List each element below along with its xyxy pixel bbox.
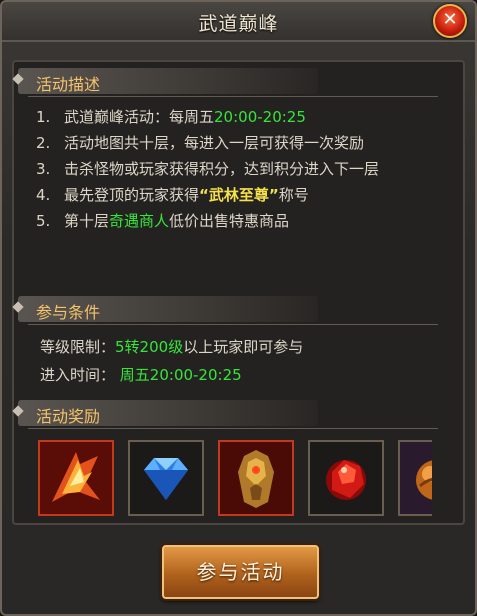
description-heading: 活动描述: [36, 75, 101, 94]
close-button[interactable]: ✕: [433, 4, 467, 38]
description-list: 1. 武道巅峰活动：每周五20:00-20:25 2. 活动地图共十层，每进入一层可…: [36, 106, 456, 236]
list-item: 3. 击杀怪物或玩家获得积分，达到积分进入下一层: [36, 160, 380, 178]
list-item: 4. 最先登顶的玩家获得“武林至尊”称号: [36, 186, 309, 204]
orb-icon[interactable]: [398, 440, 432, 516]
list-item: 1. 武道巅峰活动：每周五20:00-20:25: [36, 108, 306, 126]
list-item: 5. 第十层奇遇商人低价出售特惠商品: [36, 212, 290, 230]
event-window: 武道巅峰 ✕ 活动描述 1. 武道巅峰活动：每周五20:00-20:25 2. 活动…: [0, 0, 477, 616]
red-gem-icon[interactable]: [308, 440, 384, 516]
conditions-header: 参与条件: [12, 296, 318, 322]
divider: [28, 324, 438, 325]
divider: [28, 96, 438, 97]
entry-time: 进入时间： 周五20:00-20:25: [40, 366, 242, 384]
conditions-heading: 参与条件: [36, 303, 101, 322]
list-item: 2. 活动地图共十层，每进入一层可获得一次奖励: [36, 134, 365, 152]
join-event-button[interactable]: 参与活动: [162, 545, 319, 599]
level-requirement: 等级限制：5转200级以上玩家即可参与: [40, 338, 304, 356]
rewards-header: 活动奖励: [12, 400, 318, 426]
diamond-icon[interactable]: [128, 440, 204, 516]
description-header: 活动描述: [12, 68, 318, 94]
flame-weapon-icon[interactable]: [38, 440, 114, 516]
window-title: 武道巅峰: [198, 13, 279, 35]
reward-list: [38, 440, 432, 520]
divider: [28, 428, 438, 429]
title-bar: 武道巅峰 ✕: [2, 2, 475, 42]
rewards-heading: 活动奖励: [36, 407, 101, 426]
armor-icon[interactable]: [218, 440, 294, 516]
